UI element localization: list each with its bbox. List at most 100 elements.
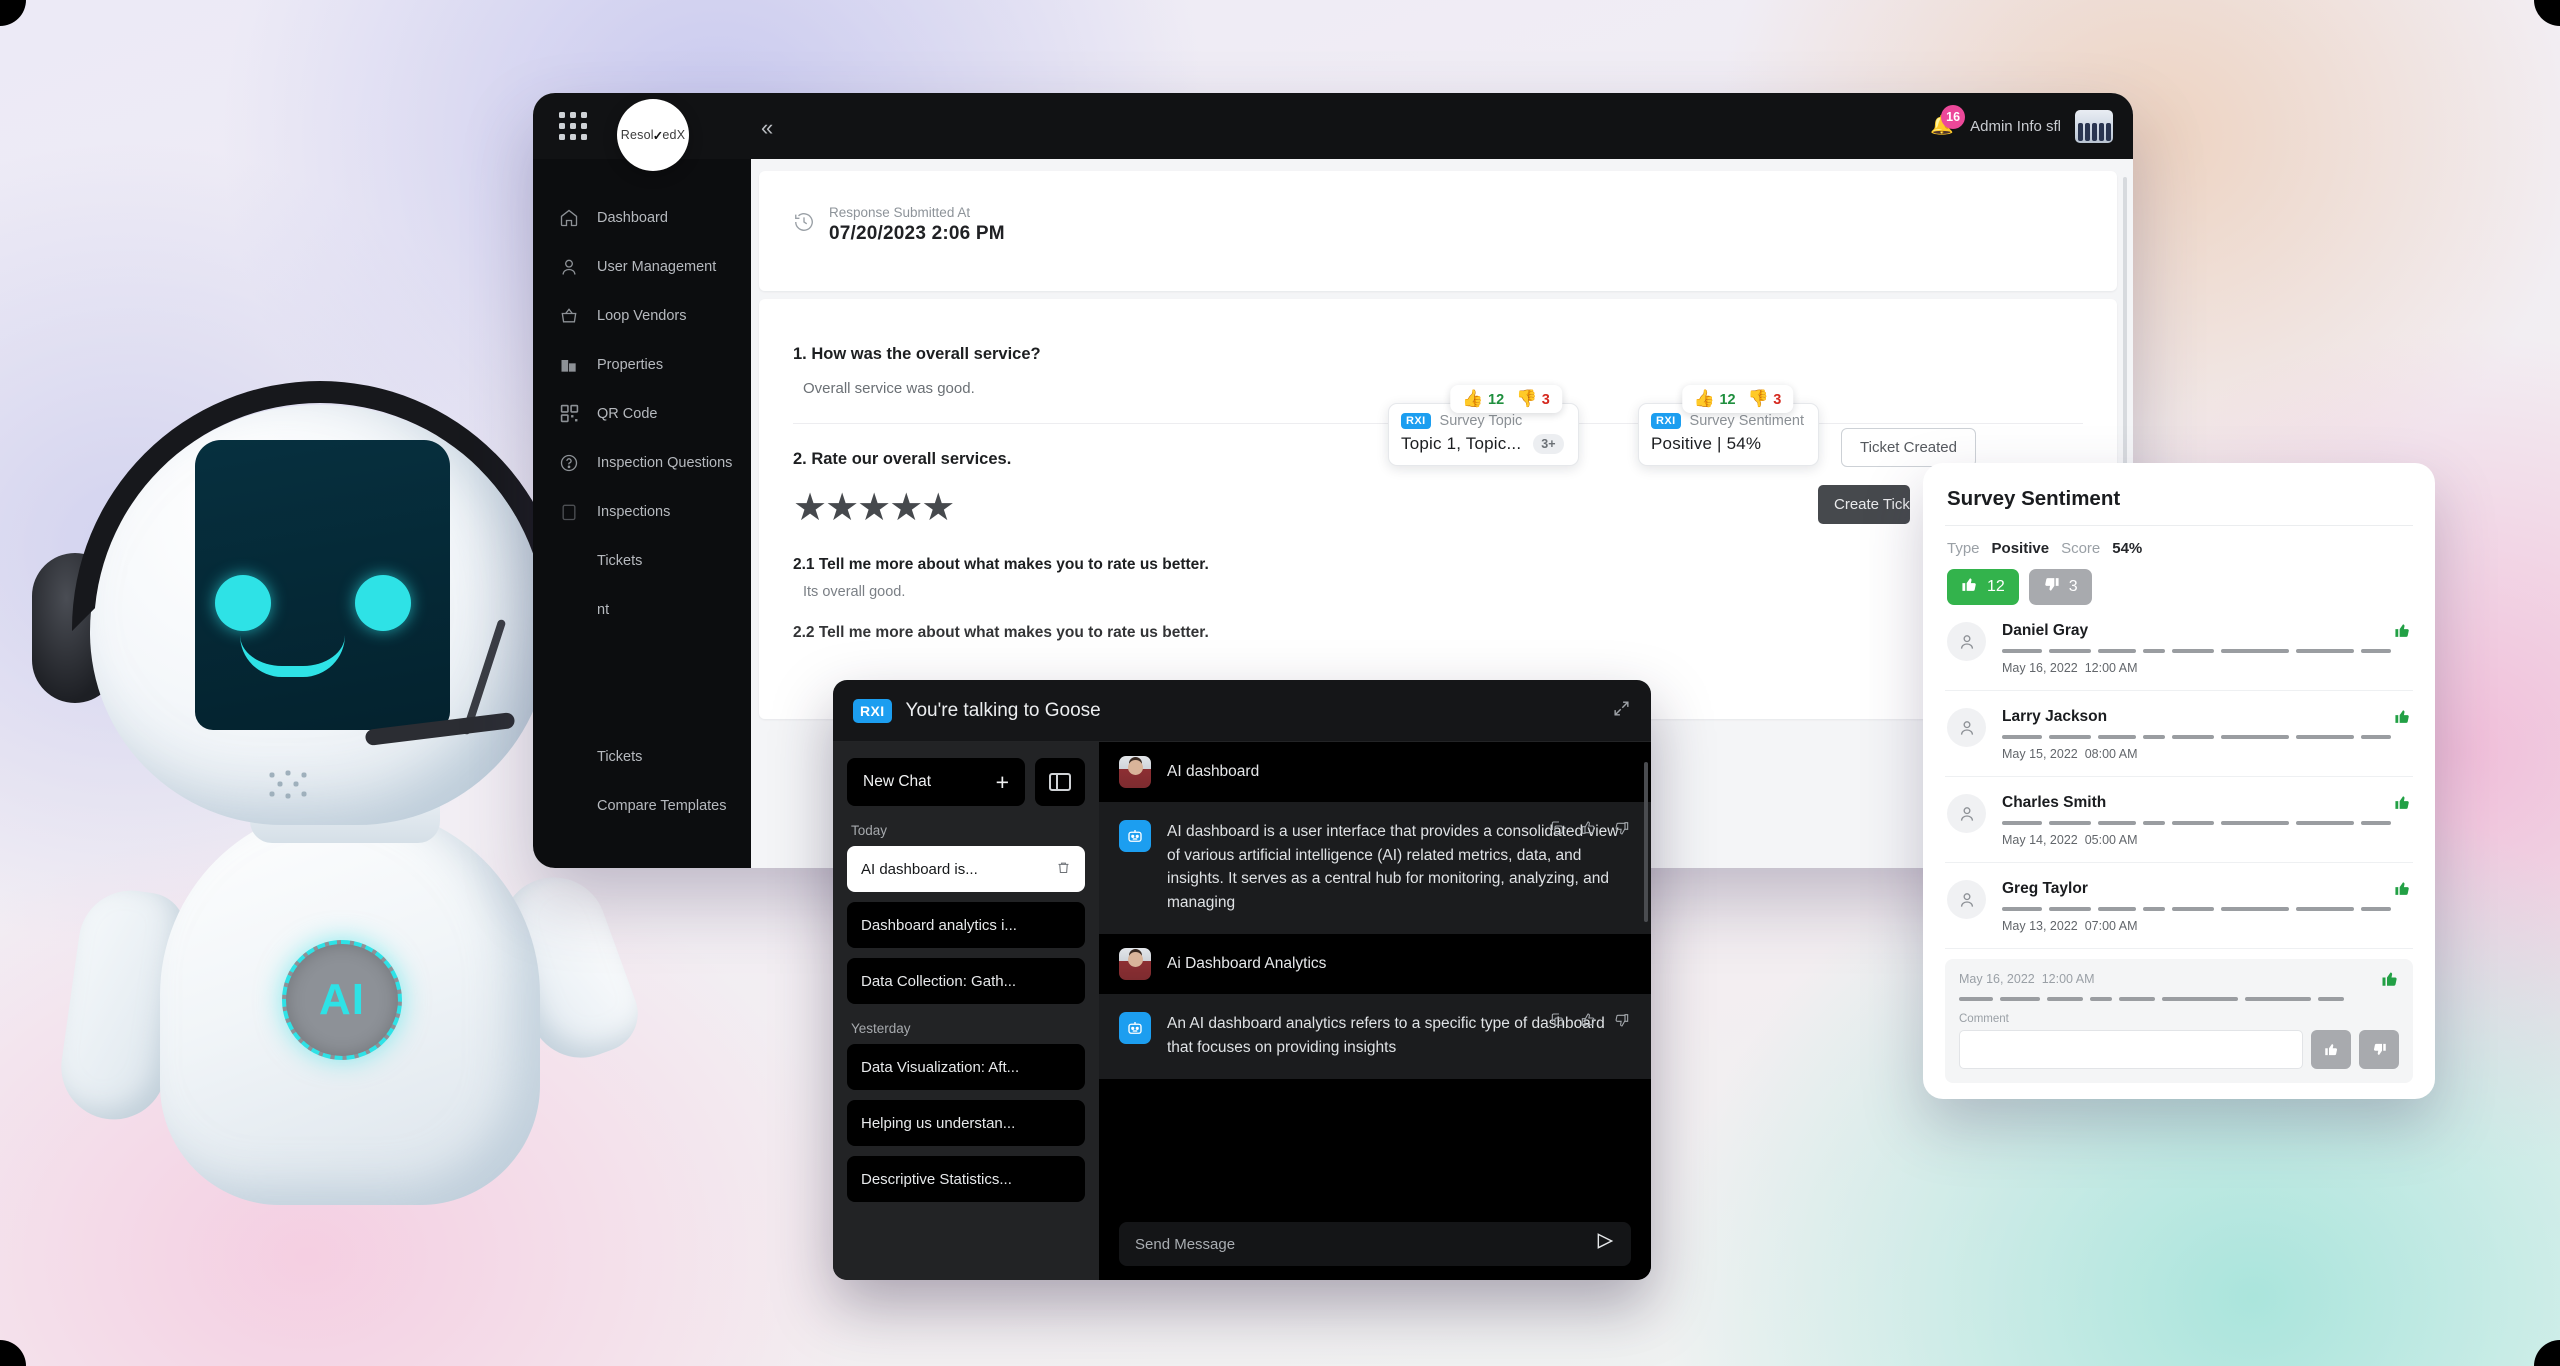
upvote-button[interactable]: 12 (1947, 569, 2019, 605)
chat-sidebar-top: New Chat + (847, 758, 1085, 806)
thumbs-up-group[interactable]: 👍 12 (1694, 389, 1736, 409)
chat-message-actions (1549, 1012, 1629, 1033)
list-item[interactable]: Greg Taylor May 13, 2022 07:00 AM (1945, 863, 2413, 949)
rxi-badge: RXI (1651, 413, 1681, 429)
survey-questions-card: 1. How was the overall service? Overall … (759, 299, 2117, 719)
sidebar-item-label: Compare Templates (597, 797, 727, 814)
chat-scrollbar[interactable] (1644, 762, 1648, 922)
survey-topic-more-count[interactable]: 3+ (1533, 434, 1564, 454)
trash-icon[interactable] (1056, 860, 1071, 879)
compare-icon (557, 794, 581, 818)
survey-topic-chip[interactable]: 👍 12 👎 3 RXI Survey Topic Topic 1, Topic… (1388, 385, 1579, 466)
comment-thumbs-up-button[interactable] (2311, 1030, 2351, 1069)
survey-sentiment-votes[interactable]: 👍 12 👎 3 (1681, 385, 1794, 413)
sidebar-item-label: QR Code (597, 405, 658, 422)
copy-icon[interactable] (1549, 820, 1565, 841)
chat-history-item[interactable]: Helping us understan... (847, 1100, 1085, 1146)
page-title: Survey Sentiment (1947, 487, 2121, 510)
thumbs-up-icon[interactable] (2394, 708, 2411, 730)
send-icon[interactable] (1595, 1231, 1615, 1257)
brand-text-pre: Resol (620, 128, 654, 142)
chat-history-item[interactable]: Data Collection: Gath... (847, 958, 1085, 1004)
ticket-created-button[interactable]: Ticket Created (1841, 428, 1976, 467)
sidebar-item-qr-code[interactable]: QR Code (533, 389, 751, 438)
thumbs-up-icon[interactable] (1581, 820, 1597, 841)
chat-history-item[interactable]: Descriptive Statistics... (847, 1156, 1085, 1202)
downvote-button[interactable]: 3 (2028, 569, 2092, 605)
sidebar-item-compare-templates[interactable]: Compare Templates (533, 781, 751, 830)
thumbs-down-icon[interactable] (1613, 820, 1629, 841)
list-item-body: Larry Jackson May 15, 2022 08:00 AM (2002, 708, 2411, 761)
comment-thumbs-down-button[interactable] (2359, 1030, 2399, 1069)
survey-topic-header: RXI Survey Topic (1401, 413, 1564, 429)
expand-icon[interactable] (1612, 699, 1631, 723)
thumbs-up-icon: 👍 (1693, 389, 1715, 408)
list-item[interactable]: Daniel Gray May 16, 2022 12:00 AM (1945, 605, 2413, 691)
sidebar-item-inspection-questions[interactable]: Inspection Questions (533, 438, 751, 487)
chat-composer[interactable]: Send Message (1119, 1222, 1631, 1266)
sidebar-item-partial[interactable]: nt (533, 585, 751, 634)
response-submitted-value: 07/20/2023 2:06 PM (829, 223, 1005, 244)
thumbs-up-icon[interactable] (2381, 970, 2399, 993)
thumbs-down-group[interactable]: 👎 3 (1748, 389, 1782, 409)
sidebar-item-label: Tickets (597, 748, 643, 765)
sidebar-item-occluded-b[interactable] (533, 683, 751, 732)
survey-topic-label: Survey Topic (1439, 413, 1523, 429)
sidebar-item-inspections[interactable]: Inspections (533, 487, 751, 536)
survey-sentiment-panel: Survey Sentiment Type Positive Score 54%… (1923, 463, 2435, 1099)
survey-topic-votes[interactable]: 👍 12 👎 3 (1450, 385, 1562, 413)
chat-history-item[interactable]: Data Visualization: Aft... (847, 1044, 1085, 1090)
sidebar-item-dashboard[interactable]: Dashboard (533, 193, 751, 242)
thumbs-up-icon[interactable] (2394, 880, 2411, 902)
apps-grid-icon[interactable] (559, 112, 587, 140)
sidebar-item-label: nt (597, 601, 610, 618)
chat-history-label: Data Visualization: Aft... (861, 1058, 1020, 1076)
sidebar-item-user-management[interactable]: User Management (533, 242, 751, 291)
list-item[interactable]: Larry Jackson May 15, 2022 08:00 AM (1945, 691, 2413, 777)
notifications-button[interactable]: 🔔 16 (1930, 105, 1966, 139)
sidebar-item-occluded-a[interactable] (533, 634, 751, 683)
person-name: Charles Smith (2002, 794, 2107, 811)
comment-card: May 16, 2022 12:00 AM Comment (1945, 959, 2413, 1083)
sidebar-toggle-icon (1049, 773, 1071, 791)
sidebar-toggle-button[interactable] (1035, 758, 1085, 806)
person-timestamp: May 13, 2022 07:00 AM (2002, 919, 2138, 933)
sidebar-item-tickets-secondary[interactable]: Tickets (533, 732, 751, 781)
rxi-badge: RXI (1401, 413, 1431, 429)
sidebar-item-tickets[interactable]: Tickets (533, 536, 751, 585)
thumbs-down-icon[interactable] (1613, 1012, 1629, 1033)
list-item[interactable]: Charles Smith May 14, 2022 05:00 AM (1945, 777, 2413, 863)
thumbs-up-icon[interactable] (1581, 1012, 1597, 1033)
copy-icon[interactable] (1549, 1012, 1565, 1033)
response-submitted-label: Response Submitted At (829, 205, 971, 220)
thumbs-up-icon[interactable] (2394, 794, 2411, 816)
sidebar-item-properties[interactable]: Properties (533, 340, 751, 389)
new-chat-button[interactable]: New Chat + (847, 758, 1025, 806)
question-1-title: 1. How was the overall service? (793, 345, 1041, 363)
sidebar-item-loop-vendors[interactable]: Loop Vendors (533, 291, 751, 340)
create-ticket-button[interactable]: Create Ticket (1818, 485, 1910, 524)
comment-input[interactable] (1959, 1030, 2303, 1069)
ticket-icon (557, 745, 581, 769)
score-key: Score (2061, 540, 2101, 557)
collapse-sidebar-icon[interactable]: « (761, 115, 774, 141)
brand-logo[interactable]: Resol ✓ edX (617, 99, 689, 171)
chat-message-text: Ai Dashboard Analytics (1167, 955, 1327, 973)
thumbs-up-icon[interactable] (2394, 622, 2411, 644)
avatar[interactable] (2075, 109, 2113, 143)
survey-sentiment-body: Positive | 54% (1651, 434, 1804, 454)
thumbs-up-group[interactable]: 👍 12 (1462, 389, 1504, 409)
survey-sentiment-chip[interactable]: 👍 12 👎 3 RXI Survey Sentiment Positive |… (1638, 385, 1819, 466)
chat-history-item[interactable]: AI dashboard is... (847, 846, 1085, 892)
admin-info-label[interactable]: Admin Info sfl (1970, 118, 2061, 135)
main-scrollbar[interactable] (2123, 177, 2127, 477)
sidebar-item-label: Tickets (597, 552, 643, 569)
chat-history-item[interactable]: Dashboard analytics i... (847, 902, 1085, 948)
thumbs-down-group[interactable]: 👎 3 (1516, 389, 1550, 409)
ticket-icon (557, 549, 581, 573)
rxi-badge: RXI (853, 698, 892, 723)
list-item-body: Charles Smith May 14, 2022 05:00 AM (2002, 794, 2411, 847)
plus-icon: + (995, 768, 1009, 795)
question-2-2-title: 2.2 Tell me more about what makes you to… (793, 624, 1209, 641)
chat-message-text: AI dashboard (1167, 763, 1260, 780)
